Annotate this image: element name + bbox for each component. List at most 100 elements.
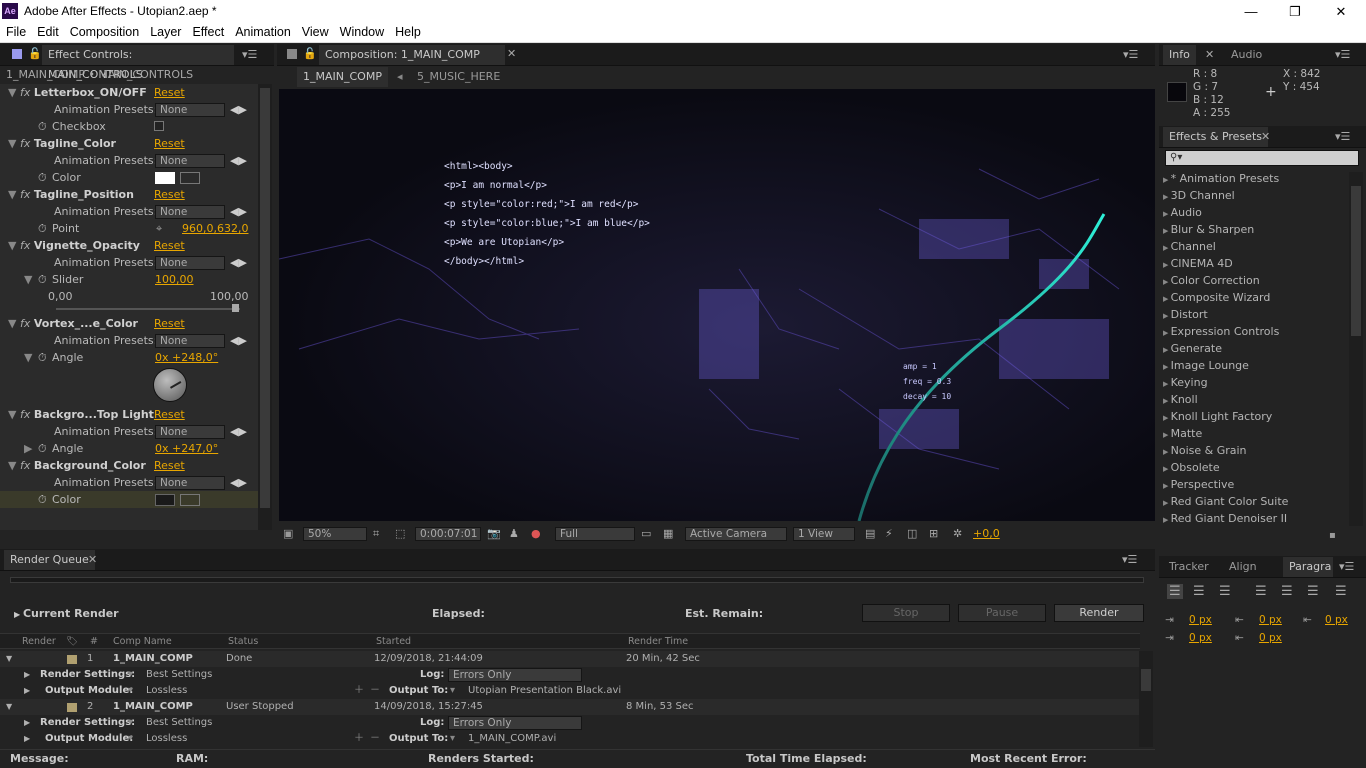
list-item[interactable]: Matte — [1159, 425, 1347, 442]
timeline-icon[interactable]: ◫ — [907, 527, 917, 540]
list-item[interactable]: Blur & Sharpen — [1159, 221, 1347, 238]
flowchart-icon[interactable]: ⊞ — [929, 527, 938, 540]
panel-menu-icon[interactable]: ▾☰ — [242, 48, 257, 61]
list-item[interactable]: Knoll — [1159, 391, 1347, 408]
table-row[interactable]: ▼ 2 1_MAIN_COMP User Stopped 14/09/2018,… — [0, 699, 1140, 715]
effect-tagline-position[interactable]: ▼ fx Tagline_Position Reset — [0, 186, 258, 203]
list-item[interactable]: Obsolete — [1159, 459, 1347, 476]
list-item[interactable]: Perspective — [1159, 476, 1347, 493]
menu-window[interactable]: Window — [334, 23, 389, 39]
close-tab-icon[interactable]: ✕ — [1261, 130, 1270, 143]
effect-background-color[interactable]: ▼ fx Background_Color Reset — [0, 457, 258, 474]
minimize-button[interactable]: — — [1228, 0, 1274, 23]
list-item[interactable]: Expression Controls — [1159, 323, 1347, 340]
composition-viewer[interactable]: <html><body> <p>I am normal</p> <p style… — [279, 89, 1155, 521]
tab-effect-controls[interactable]: Effect Controls: MAIN_CONTROLS — [42, 45, 234, 81]
exposure-icon[interactable]: ✲ — [953, 527, 962, 540]
close-tab-icon[interactable]: ✕ — [507, 47, 516, 60]
angle-dial[interactable] — [153, 368, 187, 402]
list-item[interactable]: Noise & Grain — [1159, 442, 1347, 459]
log-dropdown[interactable]: Errors Only — [448, 716, 582, 730]
eyedropper-icon[interactable] — [180, 172, 200, 184]
fast-previews-icon[interactable]: ⚡ — [885, 527, 893, 540]
menu-layer[interactable]: Layer — [144, 23, 186, 39]
restore-button[interactable]: ❐ — [1272, 0, 1318, 23]
menu-help[interactable]: Help — [389, 23, 426, 39]
scrollbar[interactable] — [1349, 172, 1363, 526]
list-item[interactable]: Color Correction — [1159, 272, 1347, 289]
scrollbar[interactable] — [258, 84, 272, 530]
menu-animation[interactable]: Animation — [229, 23, 296, 39]
current-render-toggle[interactable]: ▶ Current Render — [14, 607, 119, 620]
menu-effect[interactable]: Effect — [186, 23, 229, 39]
remove-output-icon[interactable]: － — [370, 731, 380, 747]
remove-output-icon[interactable]: － — [370, 683, 380, 699]
list-item[interactable]: CINEMA 4D — [1159, 255, 1347, 272]
justify-center-icon[interactable]: ☰ — [1281, 584, 1293, 599]
close-button[interactable]: ✕ — [1318, 0, 1364, 23]
list-item[interactable]: Keying — [1159, 374, 1347, 391]
align-right-icon[interactable]: ☰ — [1219, 584, 1231, 599]
close-tab-icon[interactable]: ✕ — [88, 553, 97, 566]
tab-effects-presets[interactable]: Effects & Presets — [1163, 127, 1268, 147]
render-settings-value[interactable]: Best Settings — [146, 667, 212, 683]
menu-edit[interactable]: Edit — [31, 23, 64, 39]
safe-area-icon[interactable]: ⬚ — [395, 527, 405, 540]
point-value[interactable]: 960,0,632,0 — [182, 220, 248, 237]
align-left-icon[interactable]: ☰ — [1167, 584, 1183, 599]
render-button[interactable]: Render — [1054, 604, 1144, 622]
resolution-dropdown[interactable]: Full — [555, 527, 635, 541]
background-color-swatch[interactable] — [155, 494, 175, 506]
slider-handle[interactable] — [232, 304, 239, 312]
panel-menu-icon[interactable]: ▾☰ — [1335, 130, 1350, 143]
list-item[interactable]: * Animation Presets — [1159, 170, 1347, 187]
panel-menu-icon[interactable]: ▾☰ — [1335, 48, 1350, 61]
exposure-value[interactable]: +0,0 — [973, 527, 1000, 540]
align-center-icon[interactable]: ☰ — [1193, 584, 1205, 599]
checkbox[interactable] — [154, 121, 164, 131]
space-before-value[interactable]: 0 px — [1259, 614, 1282, 626]
region-icon[interactable]: ▣ — [283, 527, 293, 540]
list-item[interactable]: Composite Wizard — [1159, 289, 1347, 306]
close-tab-icon[interactable]: ✕ — [1205, 48, 1214, 61]
list-item[interactable]: Knoll Light Factory — [1159, 408, 1347, 425]
justify-left-icon[interactable]: ☰ — [1255, 584, 1267, 599]
effects-search-input[interactable]: ⚲▾ — [1165, 150, 1359, 166]
tab-1-main-comp[interactable]: 1_MAIN_COMP — [297, 67, 388, 87]
output-to-value[interactable]: 1_MAIN_COMP.avi — [468, 731, 556, 747]
tab-info[interactable]: Info — [1163, 45, 1196, 65]
channels-icon[interactable]: ● — [531, 527, 541, 540]
list-item[interactable]: Channel — [1159, 238, 1347, 255]
menu-file[interactable]: File — [0, 23, 31, 39]
render-settings-value[interactable]: Best Settings — [146, 715, 212, 731]
table-row[interactable]: ▼ 1 1_MAIN_COMP Done 12/09/2018, 21:44:0… — [0, 651, 1140, 667]
camera-icon[interactable]: 📷 — [487, 527, 501, 540]
list-item[interactable]: 3D Channel — [1159, 187, 1347, 204]
zoom-dropdown[interactable]: 50% — [303, 527, 367, 541]
timecode-field[interactable]: 0:00:07:01 — [415, 527, 481, 541]
output-module-value[interactable]: Lossless — [146, 731, 187, 747]
effect-letterbox[interactable]: ▼ fx Letterbox_ON/OFF Reset — [0, 84, 258, 101]
output-to-value[interactable]: Utopian Presentation Black.avi — [468, 683, 621, 699]
panel-menu-icon[interactable]: ▾☰ — [1122, 553, 1137, 566]
camera-dropdown[interactable]: Active Camera — [685, 527, 787, 541]
list-item[interactable]: Generate — [1159, 340, 1347, 357]
tab-5-music-here[interactable]: 5_MUSIC_HERE — [411, 67, 506, 87]
justify-all-icon[interactable]: ☰ — [1335, 584, 1347, 599]
pause-button[interactable]: Pause — [958, 604, 1046, 622]
add-output-icon[interactable]: ＋ — [354, 683, 364, 699]
scrollbar[interactable] — [1139, 651, 1153, 747]
panel-menu-icon[interactable]: ▾☰ — [1123, 48, 1138, 61]
toggle-pixel-icon[interactable]: ▤ — [865, 527, 875, 540]
tab-composition[interactable]: Composition: 1_MAIN_COMP — [319, 45, 505, 65]
new-folder-icon[interactable]: ▪ — [1329, 530, 1336, 541]
tab-audio[interactable]: Audio — [1225, 45, 1268, 65]
stop-button[interactable]: Stop — [862, 604, 950, 622]
lock-icon[interactable]: 🔓 — [28, 47, 42, 60]
list-item[interactable]: Distort — [1159, 306, 1347, 323]
fit-icon[interactable]: ⌗ — [373, 527, 379, 541]
tagline-color-swatch[interactable] — [155, 172, 175, 184]
effect-vignette-opacity[interactable]: ▼ fx Vignette_Opacity Reset — [0, 237, 258, 254]
list-item[interactable]: Audio — [1159, 204, 1347, 221]
tab-render-queue[interactable]: Render Queue — [4, 550, 95, 570]
